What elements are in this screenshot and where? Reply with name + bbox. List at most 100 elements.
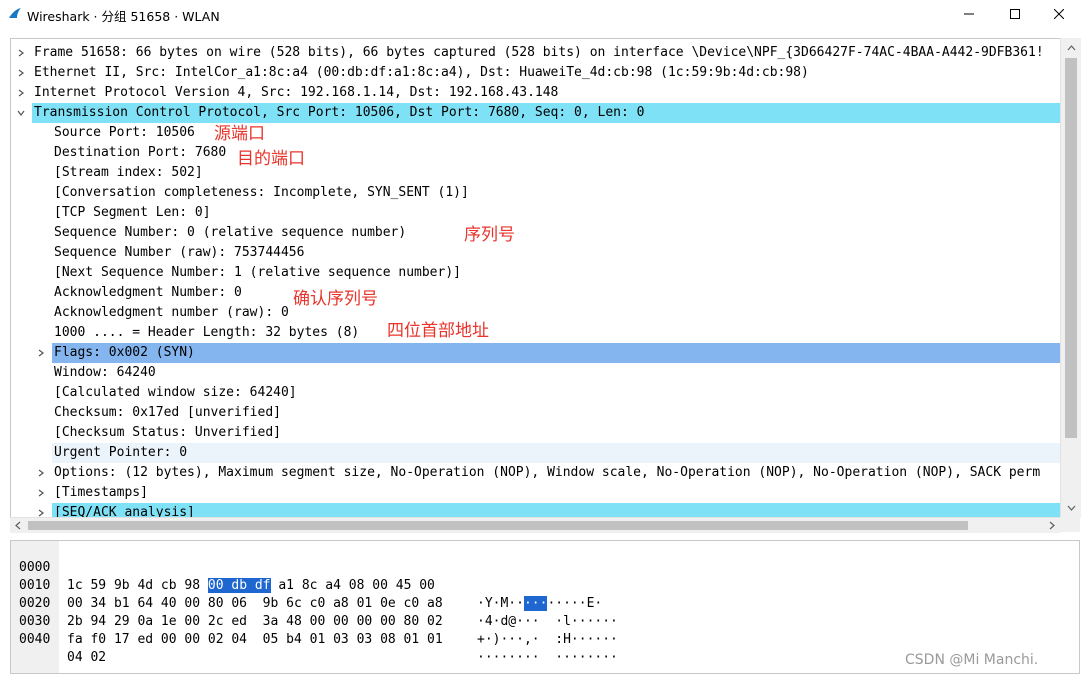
chevron-right-icon[interactable] xyxy=(15,63,27,83)
tree-row-checksum-status[interactable]: [Checksum Status: Unverified] xyxy=(11,423,1061,443)
packet-details-pane[interactable]: Frame 51658: 66 bytes on wire (528 bits)… xyxy=(10,38,1061,520)
scroll-left-icon[interactable] xyxy=(10,518,26,533)
tree-row-tcp[interactable]: Transmission Control Protocol, Src Port:… xyxy=(11,103,1061,123)
tree-row-segment-len[interactable]: [TCP Segment Len: 0] xyxy=(11,203,1061,223)
tree-row-window[interactable]: Window: 64240 xyxy=(11,363,1061,383)
tree-row-label: 1000 .... = Header Length: 32 bytes (8) xyxy=(54,325,360,340)
tree-row-checksum[interactable]: Checksum: 0x17ed [unverified] xyxy=(11,403,1061,423)
tree-row-ack-number[interactable]: Acknowledgment Number: 0 xyxy=(11,283,1061,303)
tree-row-label: Options: (12 bytes), Maximum segment siz… xyxy=(54,465,1041,480)
bytes-ascii-part: ·Y·M·· xyxy=(477,596,524,611)
tree-row-ipv4[interactable]: Internet Protocol Version 4, Src: 192.16… xyxy=(11,83,1061,103)
bytes-row[interactable]: 0030 fa f0 17 ed 00 00 02 04 05 b4 01 03… xyxy=(11,595,618,665)
scroll-up-icon[interactable] xyxy=(1061,40,1081,56)
maximize-button[interactable] xyxy=(992,0,1038,28)
tree-row-label: Internet Protocol Version 4, Src: 192.16… xyxy=(34,85,559,100)
bytes-row[interactable]: 0010 00 34 b1 64 40 00 80 06 9b 6c c0 a8… xyxy=(11,559,618,629)
tree-row-label: [Checksum Status: Unverified] xyxy=(54,425,281,440)
bytes-ascii[interactable]: +·)···,· :H······ xyxy=(477,631,618,649)
annotation-header-length: 四位首部地址 xyxy=(387,321,489,341)
title-bar: Wireshark · 分组 51658 · WLAN xyxy=(0,0,1082,28)
bytes-hex-selected[interactable]: 00 db df xyxy=(207,578,271,593)
tree-row-label: [Next Sequence Number: 1 (relative seque… xyxy=(54,265,461,280)
bytes-hex-part: 1c 59 9b 4d cb 98 xyxy=(67,578,208,593)
bytes-offset: 0040 xyxy=(19,632,51,647)
chevron-down-icon[interactable] xyxy=(15,103,27,123)
tree-row-next-sequence-number[interactable]: [Next Sequence Number: 1 (relative seque… xyxy=(11,263,1061,283)
horizontal-scrollbar[interactable] xyxy=(10,517,1060,533)
bytes-hex[interactable]: 2b 94 29 0a 1e 00 2c ed 3a 48 00 00 00 0… xyxy=(67,613,443,631)
tree-row-sequence-number[interactable]: Sequence Number: 0 (relative sequence nu… xyxy=(11,223,1061,243)
bytes-ascii[interactable]: ·4·d@··· ·l······ xyxy=(477,613,618,631)
tree-row-urgent-pointer[interactable]: Urgent Pointer: 0 xyxy=(11,443,1061,463)
vertical-scrollbar[interactable] xyxy=(1060,38,1081,518)
chevron-right-icon[interactable] xyxy=(15,83,27,103)
bytes-hex[interactable]: 04 02 xyxy=(67,649,106,667)
tree-row-label: [Conversation completeness: Incomplete, … xyxy=(54,185,469,200)
tree-row-source-port[interactable]: Source Port: 10506 xyxy=(11,123,1061,143)
minimize-button[interactable] xyxy=(946,0,992,28)
wireshark-fin-icon xyxy=(9,8,21,18)
tree-row-label: Acknowledgment number (raw): 0 xyxy=(54,305,289,320)
watermark: CSDN @Mi Manchi. xyxy=(905,652,1039,668)
tree-row-label: Window: 64240 xyxy=(54,365,156,380)
tree-row-label: [Timestamps] xyxy=(54,485,148,500)
horizontal-scroll-thumb[interactable] xyxy=(28,521,968,530)
tree-row-label: Transmission Control Protocol, Src Port:… xyxy=(32,103,1061,123)
chevron-right-icon[interactable] xyxy=(35,483,47,503)
close-button[interactable] xyxy=(1036,0,1082,28)
tree-row-conversation-completeness[interactable]: [Conversation completeness: Incomplete, … xyxy=(11,183,1061,203)
bytes-ascii[interactable]: ·Y·M··········E· xyxy=(477,595,602,613)
minimize-icon xyxy=(964,13,974,15)
annotation-source-port: 源端口 xyxy=(214,124,265,144)
tree-row-label: Urgent Pointer: 0 xyxy=(52,443,1061,463)
tree-row-label: Sequence Number (raw): 753744456 xyxy=(54,245,305,260)
tree-row-label: Checksum: 0x17ed [unverified] xyxy=(54,405,281,420)
chevron-right-icon[interactable] xyxy=(35,343,47,363)
bytes-ascii[interactable]: ·· xyxy=(477,667,493,673)
chevron-right-icon[interactable] xyxy=(15,43,27,63)
annotation-dest-port: 目的端口 xyxy=(237,149,305,169)
chevron-right-icon[interactable] xyxy=(35,463,47,483)
maximize-icon xyxy=(1010,9,1020,19)
scroll-down-icon[interactable] xyxy=(1061,500,1081,516)
tree-row-header-length[interactable]: 1000 .... = Header Length: 32 bytes (8) xyxy=(11,323,1061,343)
tree-row-label: Ethernet II, Src: IntelCor_a1:8c:a4 (00:… xyxy=(34,65,809,80)
bytes-ascii-part: ·····E· xyxy=(547,596,603,611)
tree-row-label: Frame 51658: 66 bytes on wire (528 bits)… xyxy=(34,45,1044,60)
bytes-ascii[interactable]: ········ ········ xyxy=(477,649,618,667)
tree-row-stream-index[interactable]: [Stream index: 502] xyxy=(11,163,1061,183)
tree-row-label: Flags: 0x002 (SYN) xyxy=(52,343,1061,363)
close-icon xyxy=(1054,9,1064,19)
tree-row-destination-port[interactable]: Destination Port: 7680 xyxy=(11,143,1061,163)
vertical-scroll-thumb[interactable] xyxy=(1065,58,1077,438)
scrollbar-corner xyxy=(1060,517,1080,532)
tree-row-flags[interactable]: Flags: 0x002 (SYN) xyxy=(11,343,1061,363)
tree-row-label: Destination Port: 7680 xyxy=(54,145,227,160)
annotation-sequence-number: 序列号 xyxy=(464,225,515,245)
tree-row-label: [Stream index: 502] xyxy=(54,165,203,180)
annotation-ack-number: 确认序列号 xyxy=(293,289,378,309)
tree-row-ack-number-raw[interactable]: Acknowledgment number (raw): 0 xyxy=(11,303,1061,323)
bytes-row[interactable]: 0040 04 02 ·· xyxy=(11,613,493,673)
bytes-row[interactable]: 0000 1c 59 9b 4d cb 98 00 db df a1 8c a4… xyxy=(11,541,602,611)
tree-row-ethernet[interactable]: Ethernet II, Src: IntelCor_a1:8c:a4 (00:… xyxy=(11,63,1061,83)
tree-row-label: Acknowledgment Number: 0 xyxy=(54,285,242,300)
tree-row-frame[interactable]: Frame 51658: 66 bytes on wire (528 bits)… xyxy=(11,43,1061,63)
tree-row-calculated-window[interactable]: [Calculated window size: 64240] xyxy=(11,383,1061,403)
tree-row-timestamps[interactable]: [Timestamps] xyxy=(11,483,1061,503)
bytes-hex[interactable]: 1c 59 9b 4d cb 98 00 db df a1 8c a4 08 0… xyxy=(67,577,435,595)
tree-row-options[interactable]: Options: (12 bytes), Maximum segment siz… xyxy=(11,463,1061,483)
bytes-ascii-selected[interactable]: ··· xyxy=(523,596,548,611)
tree-row-label: Source Port: 10506 xyxy=(54,125,195,140)
bytes-hex-part: a1 8c a4 08 00 45 00 xyxy=(270,578,435,593)
bytes-hex[interactable]: 00 34 b1 64 40 00 80 06 9b 6c c0 a8 01 0… xyxy=(67,595,443,613)
bytes-hex[interactable]: fa f0 17 ed 00 00 02 04 05 b4 01 03 03 0… xyxy=(67,631,443,649)
tree-row-label: [Calculated window size: 64240] xyxy=(54,385,297,400)
scroll-right-icon[interactable] xyxy=(1044,518,1060,533)
tree-row-sequence-number-raw[interactable]: Sequence Number (raw): 753744456 xyxy=(11,243,1061,263)
window-title: Wireshark · 分组 51658 · WLAN xyxy=(27,9,220,24)
bytes-row[interactable]: 0020 2b 94 29 0a 1e 00 2c ed 3a 48 00 00… xyxy=(11,577,618,647)
tree-row-label: Sequence Number: 0 (relative sequence nu… xyxy=(54,225,407,240)
tree-row-label: [TCP Segment Len: 0] xyxy=(54,205,211,220)
